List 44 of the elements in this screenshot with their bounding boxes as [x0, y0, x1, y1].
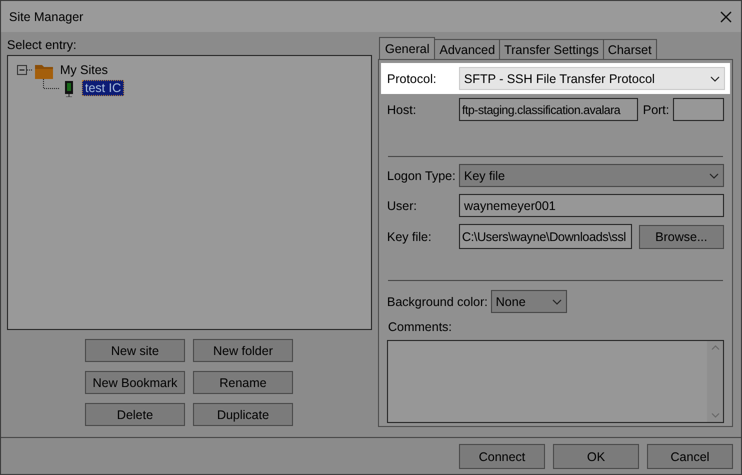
protocol-dropdown[interactable]: SFTP - SSH File Transfer Protocol [459, 67, 725, 90]
port-field[interactable] [673, 98, 724, 121]
tab[interactable]: Charset [602, 39, 657, 59]
button[interactable]: New folder [193, 339, 293, 362]
button[interactable]: Connect [459, 444, 545, 469]
scroll-up-icon [710, 345, 720, 350]
field-label: Port: [642, 102, 670, 116]
select-entry-label: Select entry: [7, 38, 78, 52]
user-field[interactable]: waynemeyer001 [459, 194, 724, 217]
tree-item[interactable]: My Sites [57, 62, 111, 78]
background-color-dropdown[interactable]: None [490, 290, 567, 313]
button[interactable]: New Bookmark [85, 371, 185, 394]
field-label: Comments: [388, 320, 453, 334]
chevron-down-icon [552, 298, 562, 304]
select-value: None [496, 294, 526, 308]
scroll-down-icon [710, 413, 720, 418]
field-label: User: [387, 198, 418, 212]
host-field[interactable]: ftp-staging.classification.avalara [459, 98, 638, 121]
field-label: Host: [387, 102, 418, 116]
comments-field[interactable] [387, 340, 724, 423]
field-label: Logon Type: [387, 168, 455, 182]
field-label: Background color: [387, 294, 488, 308]
tree-connector-icon [43, 79, 59, 89]
button[interactable]: Cancel [647, 444, 733, 469]
field-label: Key file: [387, 230, 432, 244]
field-label: Protocol: [387, 72, 438, 86]
tab[interactable]: Transfer Settings [499, 39, 604, 59]
button[interactable]: OK [553, 444, 639, 469]
close-button[interactable] [719, 10, 733, 24]
select-value: Key file [464, 168, 505, 182]
chevron-down-icon [710, 76, 720, 82]
button[interactable]: Delete [85, 403, 185, 426]
button[interactable]: Duplicate [193, 403, 293, 426]
chevron-down-icon [709, 172, 719, 178]
window-title: Site Manager [9, 10, 84, 24]
logon-type-dropdown[interactable]: Key file [459, 164, 724, 187]
button[interactable]: New site [85, 339, 185, 362]
tree-item[interactable]: test IC [82, 80, 124, 96]
select-value: SFTP - SSH File Transfer Protocol [464, 72, 655, 86]
button[interactable]: Rename [193, 371, 293, 394]
button[interactable]: Browse... [638, 224, 724, 248]
scrollbar[interactable] [707, 341, 723, 422]
key-file-field[interactable]: C:\Users\wayne\Downloads\ssl [459, 224, 632, 249]
tab[interactable]: General [379, 37, 436, 59]
